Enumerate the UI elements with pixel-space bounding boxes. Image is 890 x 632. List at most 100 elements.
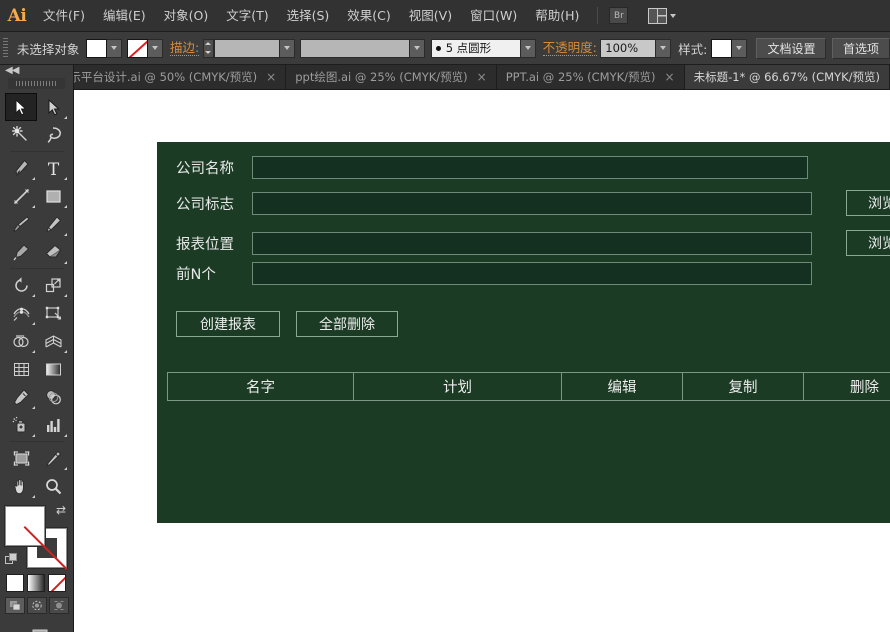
close-icon[interactable]: × xyxy=(665,71,675,83)
input-company-name[interactable] xyxy=(252,156,808,179)
scale-tool[interactable] xyxy=(37,271,69,299)
graphic-style-control[interactable] xyxy=(711,39,747,58)
change-screen-mode[interactable] xyxy=(24,628,50,632)
document-setup-button[interactable]: 文档设置 xyxy=(756,38,826,59)
default-fill-stroke-icon[interactable] xyxy=(5,553,18,566)
brush-definition-control[interactable]: 5 点圆形 xyxy=(431,39,536,58)
menu-object[interactable]: 对象(O) xyxy=(155,0,218,32)
menu-help[interactable]: 帮助(H) xyxy=(526,0,588,32)
type-tool[interactable]: T xyxy=(37,154,69,182)
browse-report-location-button[interactable]: 浏览 xyxy=(846,230,890,256)
column-header-copy[interactable]: 复制 xyxy=(683,373,804,400)
perspective-grid-tool[interactable] xyxy=(37,327,69,355)
control-bar-grip[interactable] xyxy=(3,38,8,59)
shape-builder-tool[interactable] xyxy=(5,327,37,355)
lasso-tool[interactable] xyxy=(37,121,69,149)
close-icon[interactable]: × xyxy=(477,71,487,83)
delete-all-button[interactable]: 全部删除 xyxy=(296,311,398,337)
stroke-weight-value[interactable] xyxy=(214,39,280,58)
collapse-panel-icon[interactable]: ◀◀ xyxy=(5,65,18,76)
opacity-label[interactable]: 不透明度: xyxy=(543,41,597,56)
hand-tool[interactable] xyxy=(5,472,37,500)
bridge-icon[interactable]: Br xyxy=(609,7,628,24)
menu-effect[interactable]: 效果(C) xyxy=(338,0,399,32)
symbol-sprayer-tool[interactable] xyxy=(5,411,37,439)
rectangle-tool[interactable] xyxy=(37,182,69,210)
pen-tool[interactable] xyxy=(5,154,37,182)
create-report-button[interactable]: 创建报表 xyxy=(176,311,280,337)
input-report-location[interactable] xyxy=(252,232,812,255)
document-tab-2[interactable]: PPT.ai @ 25% (CMYK/预览) × xyxy=(497,65,685,89)
arrange-documents-button[interactable] xyxy=(648,8,676,24)
line-segment-tool[interactable] xyxy=(5,182,37,210)
stroke-profile-value[interactable] xyxy=(300,39,410,58)
brush-definition-value[interactable]: 5 点圆形 xyxy=(431,39,521,58)
menu-window[interactable]: 窗口(W) xyxy=(461,0,526,32)
fill-stroke-widget[interactable]: ⇄ xyxy=(5,506,69,570)
stroke-profile-dropdown-icon[interactable] xyxy=(410,39,425,58)
width-tool[interactable] xyxy=(5,299,37,327)
eraser-tool[interactable] xyxy=(37,238,69,266)
stroke-swatch-none[interactable] xyxy=(127,39,148,58)
browse-company-logo-button[interactable]: 浏览 xyxy=(846,190,890,216)
zoom-tool[interactable] xyxy=(37,472,69,500)
menu-select[interactable]: 选择(S) xyxy=(278,0,339,32)
draw-behind-mode[interactable] xyxy=(27,597,47,614)
tools-panel-titlebar[interactable]: ◀◀ xyxy=(0,65,73,77)
menu-type[interactable]: 文字(T) xyxy=(217,0,277,32)
column-header-name[interactable]: 名字 xyxy=(168,373,354,400)
gradient-tool[interactable] xyxy=(37,355,69,383)
opacity-value[interactable]: 100% xyxy=(600,39,656,58)
graphic-style-swatch[interactable] xyxy=(711,39,732,58)
menu-file[interactable]: 文件(F) xyxy=(34,0,94,32)
color-fill-mode[interactable] xyxy=(6,574,24,592)
fill-color-control[interactable] xyxy=(86,39,122,58)
graphic-style-dropdown-icon[interactable] xyxy=(732,39,747,58)
magic-wand-tool[interactable] xyxy=(5,121,37,149)
preferences-button[interactable]: 首选项 xyxy=(832,38,890,59)
document-canvas[interactable]: 公司名称 公司标志 浏览 报表位置 浏览 前N个 创建报 xyxy=(74,90,890,632)
document-tab-1[interactable]: ppt绘图.ai @ 25% (CMYK/预览) × xyxy=(286,65,496,89)
eyedropper-tool[interactable] xyxy=(5,383,37,411)
stroke-color-control[interactable] xyxy=(127,39,163,58)
stroke-weight-control[interactable] xyxy=(203,39,295,58)
document-tab-3[interactable]: 未标题-1* @ 66.67% (CMYK/预览) xyxy=(685,65,890,89)
column-header-plan[interactable]: 计划 xyxy=(354,373,562,400)
tools-panel-grip[interactable] xyxy=(8,78,65,89)
selection-tool[interactable] xyxy=(5,93,37,121)
opacity-dropdown-icon[interactable] xyxy=(656,39,671,58)
menu-view[interactable]: 视图(V) xyxy=(400,0,461,32)
stroke-profile-control[interactable] xyxy=(300,39,425,58)
brush-dropdown-icon[interactable] xyxy=(521,39,536,58)
draw-inside-mode[interactable] xyxy=(49,597,69,614)
input-company-logo[interactable] xyxy=(252,192,812,215)
column-header-delete[interactable]: 删除 xyxy=(804,373,890,400)
slice-tool[interactable] xyxy=(37,444,69,472)
direct-selection-tool[interactable] xyxy=(37,93,69,121)
stroke-weight-dropdown-icon[interactable] xyxy=(280,39,295,58)
swap-fill-stroke-icon[interactable]: ⇄ xyxy=(56,504,70,518)
document-tab-0[interactable]: 展示平台设计.ai @ 50% (CMYK/预览) × xyxy=(49,65,286,89)
pencil-tool[interactable] xyxy=(37,210,69,238)
rotate-tool[interactable] xyxy=(5,271,37,299)
none-fill-mode[interactable] xyxy=(48,574,66,592)
artboard-tool[interactable] xyxy=(5,444,37,472)
free-transform-tool[interactable] xyxy=(37,299,69,327)
menu-edit[interactable]: 编辑(E) xyxy=(94,0,155,32)
fill-swatch[interactable] xyxy=(86,39,107,58)
paintbrush-tool[interactable] xyxy=(5,210,37,238)
close-icon[interactable]: × xyxy=(266,71,276,83)
gradient-fill-mode[interactable] xyxy=(27,574,45,592)
draw-normal-mode[interactable] xyxy=(5,597,25,614)
opacity-control[interactable]: 100% xyxy=(600,39,671,58)
stroke-weight-label[interactable]: 描边: xyxy=(170,41,199,56)
mesh-tool[interactable] xyxy=(5,355,37,383)
input-top-n[interactable] xyxy=(252,262,812,285)
column-header-edit[interactable]: 编辑 xyxy=(562,373,683,400)
fill-dropdown-icon[interactable] xyxy=(107,39,122,58)
stroke-dropdown-icon[interactable] xyxy=(148,39,163,58)
stroke-weight-stepper[interactable] xyxy=(203,39,214,58)
column-graph-tool[interactable] xyxy=(37,411,69,439)
blob-brush-tool[interactable] xyxy=(5,238,37,266)
blend-tool[interactable] xyxy=(37,383,69,411)
